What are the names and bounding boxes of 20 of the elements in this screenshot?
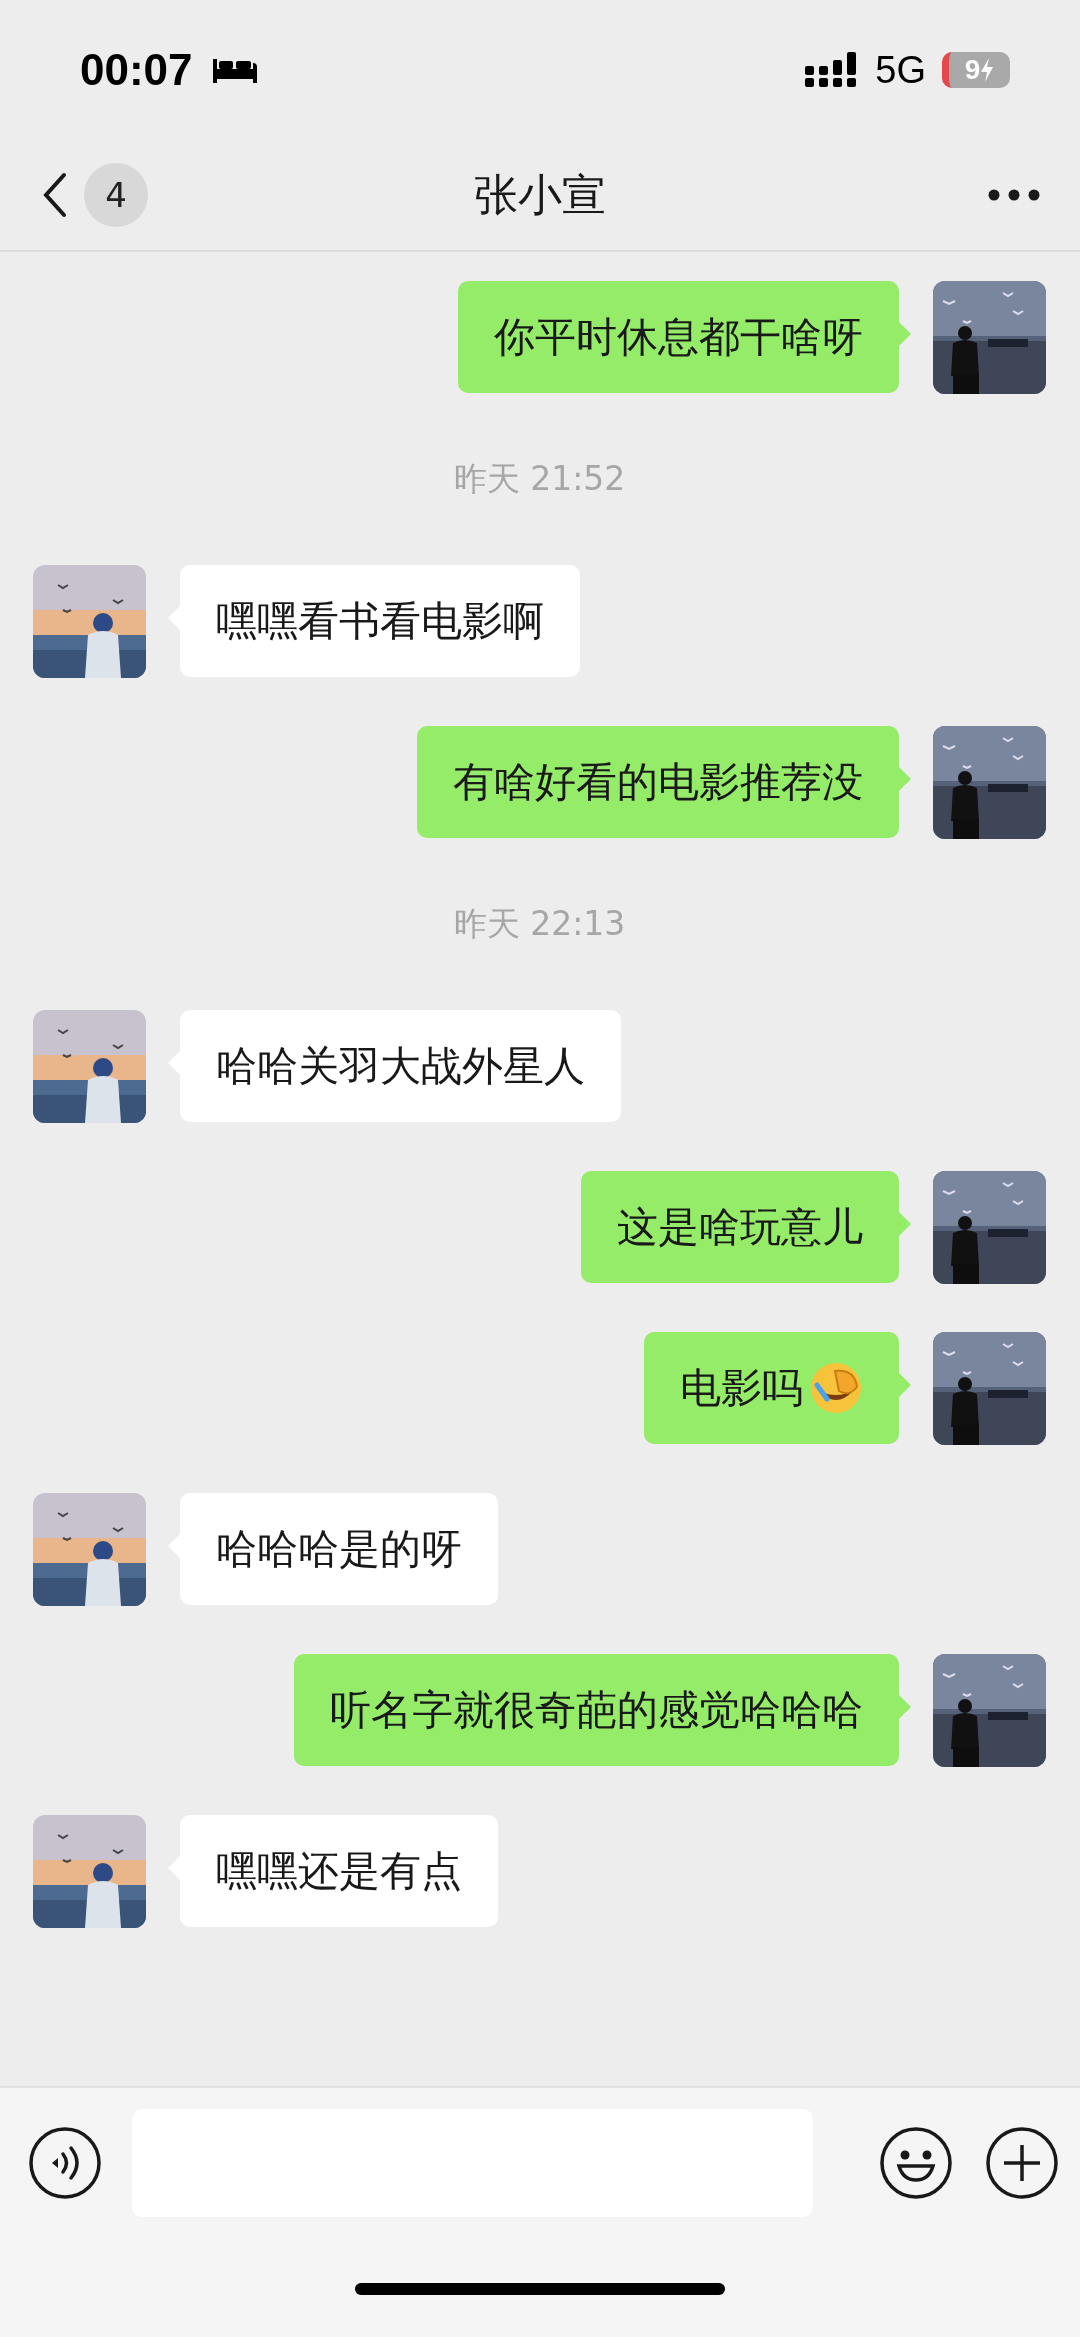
message-text: 这是啥玩意儿 [617, 1201, 863, 1253]
timestamp: 昨天 21:52 [453, 458, 626, 500]
message-text: 嘿嘿还是有点 [216, 1845, 462, 1897]
message-text: 哈哈哈是的呀 [216, 1523, 462, 1575]
emoji-icon[interactable] [879, 2126, 953, 2200]
chat-title: 张小宣 [474, 167, 606, 222]
voice-icon[interactable] [28, 2126, 102, 2200]
unread-count-badge: 4 [84, 163, 148, 227]
plus-icon[interactable] [985, 2126, 1059, 2200]
message-text: 你平时休息都干啥呀 [494, 311, 863, 363]
network-label: 5G [875, 48, 926, 92]
message-text: 嘿嘿看书看电影啊 [216, 595, 544, 647]
message-text: 哈哈关羽大战外星人 [216, 1040, 585, 1092]
timestamp: 昨天 22:13 [453, 903, 626, 945]
message-text: 电影吗 [680, 1362, 803, 1414]
battery-icon: 9 [942, 52, 1010, 88]
more-icon[interactable] [988, 189, 1040, 201]
message-text: 有啥好看的电影推荐没 [453, 756, 863, 808]
message-text: 听名字就很奇葩的感觉哈哈哈 [330, 1684, 863, 1736]
clock: 00:07 [80, 45, 193, 95]
